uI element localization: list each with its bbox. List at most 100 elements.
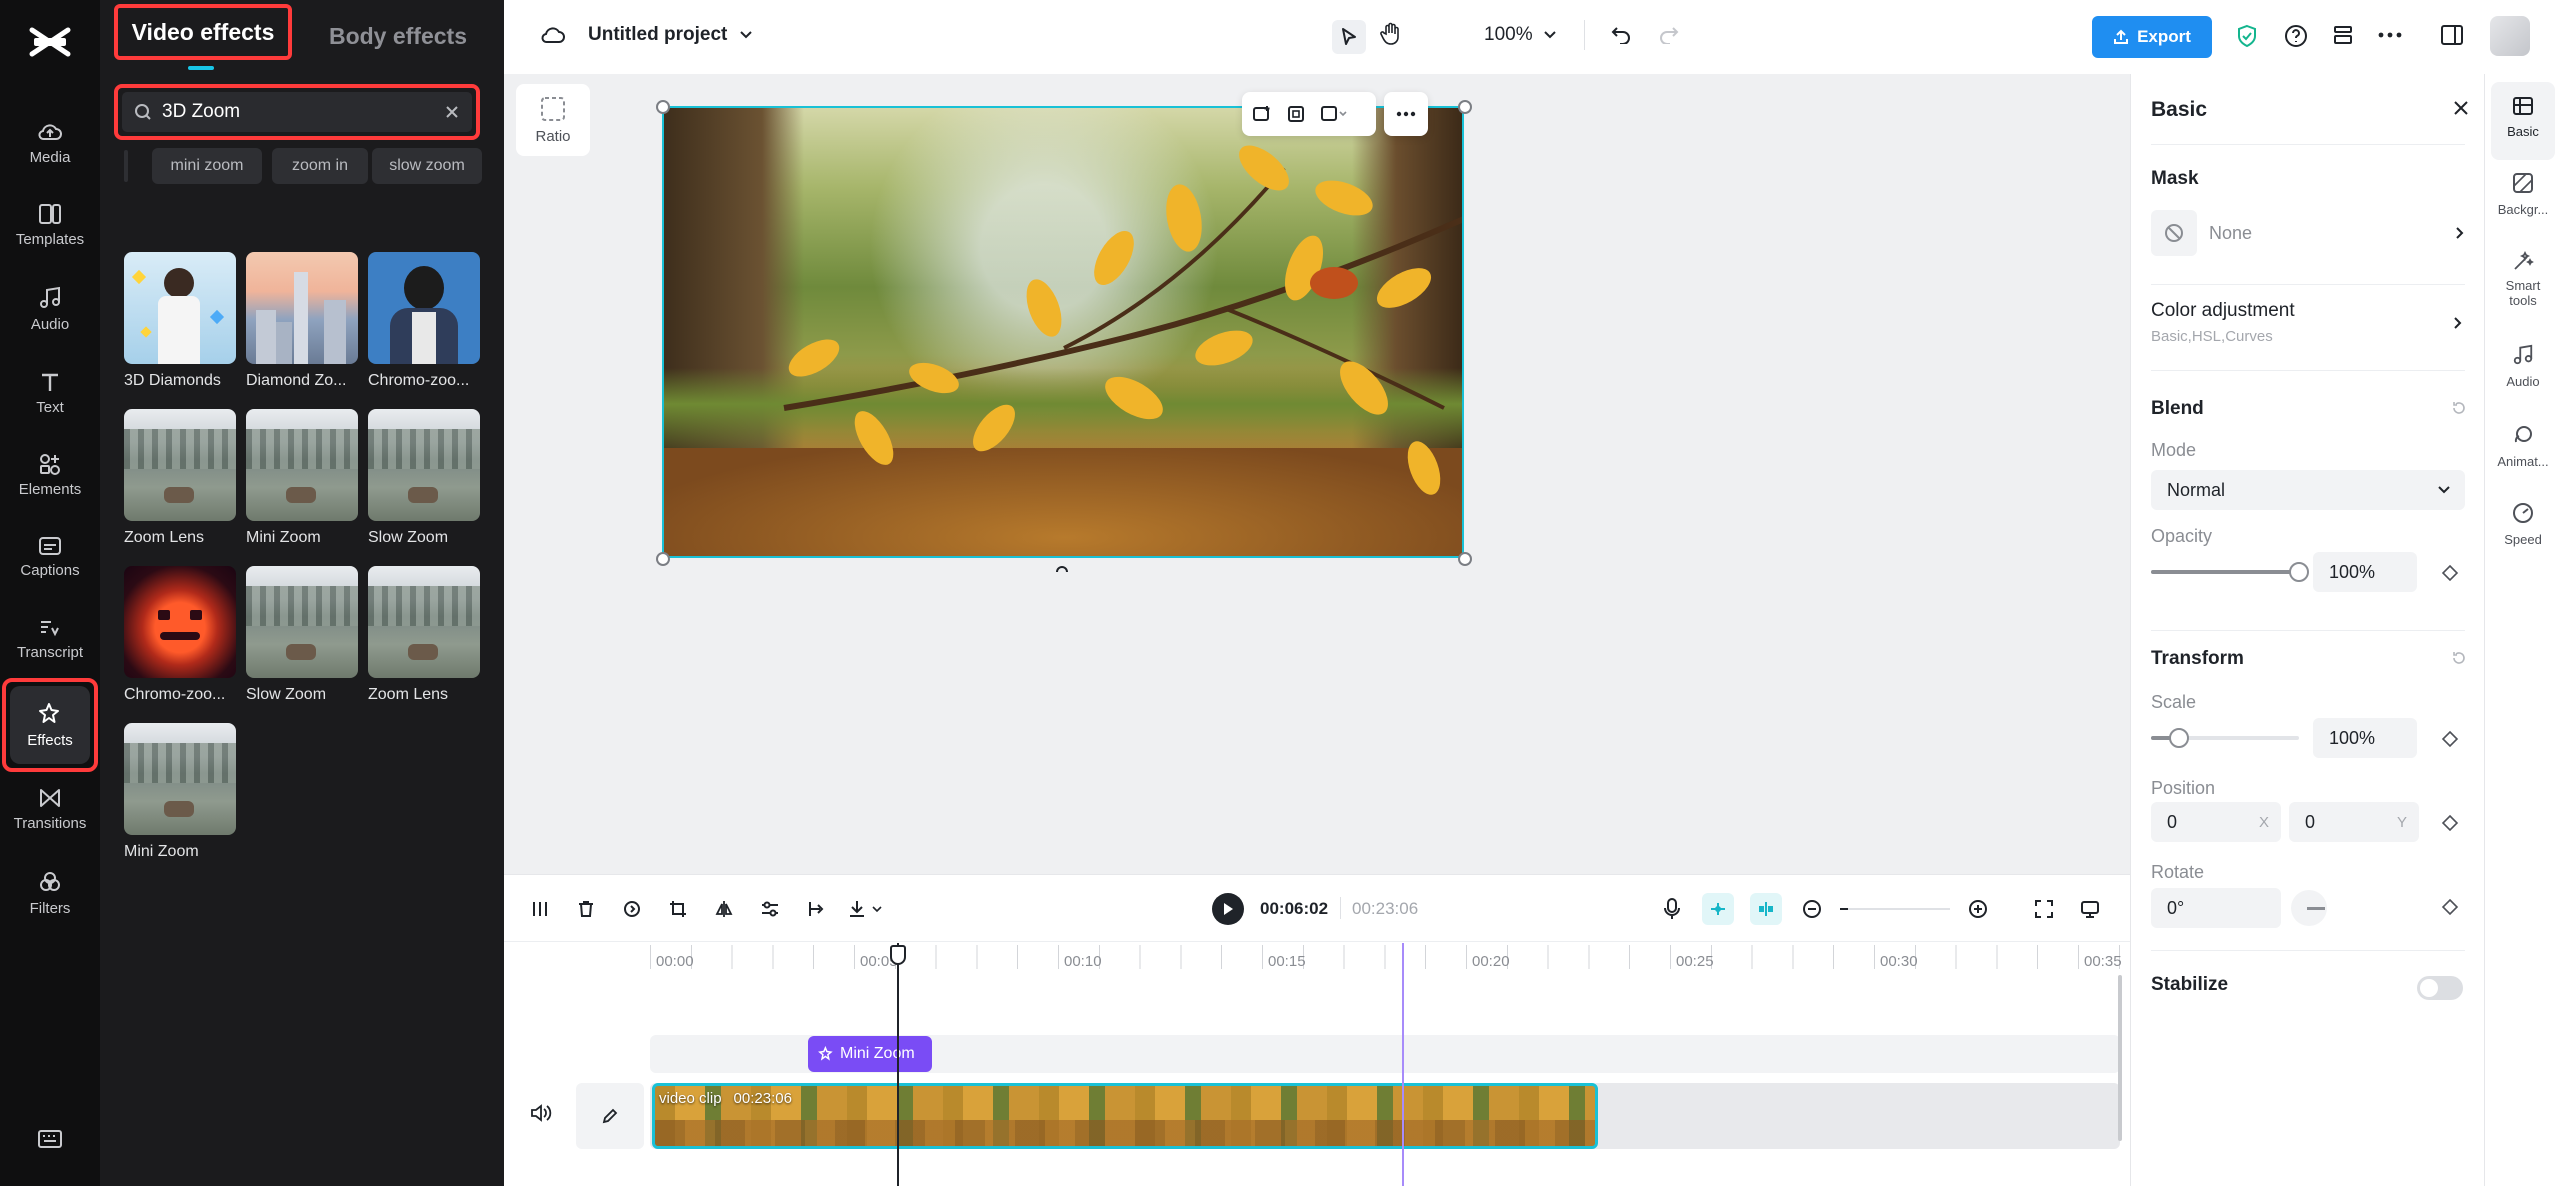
effect-card[interactable]: Zoom Lens xyxy=(124,409,236,547)
tab-smart-tools[interactable]: Smart tools xyxy=(2485,250,2560,308)
reset-blend-icon[interactable] xyxy=(2451,400,2467,416)
video-preview[interactable] xyxy=(662,106,1464,558)
keyframe-diamond-icon[interactable] xyxy=(2441,898,2459,916)
tab-video-effects[interactable]: Video effects xyxy=(114,4,292,60)
scale-slider-track[interactable] xyxy=(2151,728,2299,748)
crop-frame-icon[interactable] xyxy=(1286,104,1306,124)
position-y-input[interactable]: 0 Y xyxy=(2289,802,2419,842)
split-tool-icon[interactable] xyxy=(524,893,556,925)
rotate-input[interactable]: 0° xyxy=(2151,888,2281,928)
close-icon[interactable] xyxy=(2453,100,2469,116)
project-name-dropdown[interactable]: Untitled project xyxy=(588,24,753,46)
more-options-icon[interactable] xyxy=(2378,32,2402,38)
nav-transcript[interactable]: Transcript xyxy=(0,600,100,678)
avatar[interactable] xyxy=(2490,16,2530,56)
timeline-zoom-slider[interactable] xyxy=(1840,908,1950,910)
keyboard-icon[interactable] xyxy=(38,1130,62,1148)
play-button[interactable] xyxy=(1212,893,1244,925)
tab-body-effects[interactable]: Body effects xyxy=(310,12,486,60)
adjust-icon[interactable] xyxy=(754,893,786,925)
cloud-save-icon[interactable] xyxy=(540,24,566,46)
search-input[interactable]: 3D Zoom xyxy=(122,92,472,132)
tab-audio[interactable]: Audio xyxy=(2485,344,2560,389)
effect-card[interactable]: Mini Zoom xyxy=(246,409,358,547)
nav-transitions[interactable]: Transitions xyxy=(0,770,100,848)
ratio-button[interactable]: Ratio xyxy=(516,84,590,156)
effect-card[interactable]: Slow Zoom xyxy=(246,566,358,704)
preview-monitor-icon[interactable] xyxy=(2074,893,2106,925)
resize-handle[interactable] xyxy=(656,100,670,114)
effect-card[interactable]: Mini Zoom xyxy=(124,723,236,861)
resize-handle[interactable] xyxy=(1458,100,1472,114)
layout-panel-icon[interactable] xyxy=(2440,24,2464,46)
tab-basic[interactable]: Basic xyxy=(2491,82,2555,160)
capcut-logo-icon[interactable] xyxy=(28,24,72,60)
fullscreen-icon[interactable] xyxy=(2028,893,2060,925)
rotate-handle-icon[interactable] xyxy=(1054,562,1070,574)
crop-icon[interactable] xyxy=(662,893,694,925)
clear-search-icon[interactable] xyxy=(444,104,460,120)
shield-check-icon[interactable] xyxy=(2236,24,2258,48)
video-clip[interactable]: video clip 00:23:06 xyxy=(652,1083,1598,1149)
zoom-out-icon[interactable] xyxy=(1796,893,1828,925)
mute-track-icon[interactable] xyxy=(530,1103,554,1127)
suggestion-chip[interactable]: mini zoom xyxy=(152,148,262,184)
effect-card[interactable]: Slow Zoom xyxy=(368,409,480,547)
scale-slider-thumb[interactable] xyxy=(2169,728,2189,748)
loop-icon[interactable] xyxy=(616,893,648,925)
nav-text[interactable]: Text xyxy=(0,354,100,432)
swap-media-icon[interactable] xyxy=(1320,104,1348,124)
playhead-handle[interactable] xyxy=(890,945,906,965)
rotate-dial[interactable] xyxy=(2291,890,2327,926)
scale-input[interactable]: 100% xyxy=(2313,718,2417,758)
export-button[interactable]: Export xyxy=(2092,16,2212,58)
zoom-in-icon[interactable] xyxy=(1962,893,1994,925)
nav-captions[interactable]: Captions xyxy=(0,518,100,596)
mask-selector[interactable]: None xyxy=(2151,210,2465,256)
effect-card[interactable]: 3D Diamonds xyxy=(124,252,236,390)
nav-audio[interactable]: Audio xyxy=(0,270,100,348)
redo-icon[interactable] xyxy=(1658,24,1680,44)
effect-card[interactable]: Chromo-zoo... xyxy=(124,566,236,704)
delete-icon[interactable] xyxy=(570,893,602,925)
flip-icon[interactable] xyxy=(708,893,740,925)
stack-icon[interactable] xyxy=(2332,24,2354,46)
tab-background[interactable]: Backgr... xyxy=(2485,172,2560,217)
keyframe-diamond-icon[interactable] xyxy=(2441,564,2459,582)
microphone-icon[interactable] xyxy=(1656,893,1688,925)
nav-elements[interactable]: Elements xyxy=(0,436,100,514)
nav-media[interactable]: Media xyxy=(0,104,100,182)
zoom-dropdown[interactable]: 100% xyxy=(1484,24,1557,46)
undo-icon[interactable] xyxy=(1610,24,1632,44)
blend-mode-select[interactable]: Normal xyxy=(2151,470,2465,510)
nav-filters[interactable]: Filters xyxy=(0,854,100,932)
effect-clip[interactable]: Mini Zoom xyxy=(808,1036,932,1072)
effect-card[interactable]: Chromo-zoo... xyxy=(368,252,480,390)
select-tool-button[interactable] xyxy=(1332,20,1366,54)
tab-speed[interactable]: Speed xyxy=(2485,502,2560,547)
opacity-input[interactable]: 100% xyxy=(2313,552,2417,592)
resize-handle[interactable] xyxy=(656,552,670,566)
hand-tool-icon[interactable] xyxy=(1380,22,1402,46)
playhead-line[interactable] xyxy=(897,943,899,1186)
keyframe-diamond-icon[interactable] xyxy=(2441,814,2459,832)
timeline-scrollbar[interactable] xyxy=(2118,975,2122,1141)
reset-transform-icon[interactable] xyxy=(2451,650,2467,666)
more-options-button[interactable] xyxy=(1384,92,1428,136)
effect-card[interactable]: Diamond Zo... xyxy=(246,252,358,390)
edit-track-button[interactable] xyxy=(576,1083,644,1149)
keyframe-diamond-icon[interactable] xyxy=(2441,730,2459,748)
download-dropdown[interactable] xyxy=(844,893,890,925)
effect-card[interactable]: Zoom Lens xyxy=(368,566,480,704)
tab-animation[interactable]: Animat... xyxy=(2485,424,2560,469)
resize-handle[interactable] xyxy=(1458,552,1472,566)
trim-icon[interactable] xyxy=(800,893,832,925)
suggestion-chip[interactable]: zoom in xyxy=(272,148,368,184)
magnet-snap-icon[interactable] xyxy=(1702,893,1734,925)
help-icon[interactable] xyxy=(2284,24,2308,48)
opacity-slider-track[interactable] xyxy=(2151,562,2309,582)
nav-templates[interactable]: Templates xyxy=(0,186,100,264)
link-clips-icon[interactable] xyxy=(1750,893,1782,925)
position-x-input[interactable]: 0 X xyxy=(2151,802,2281,842)
color-adjustment-row[interactable]: Color adjustment Basic,HSL,Curves xyxy=(2151,300,2465,354)
